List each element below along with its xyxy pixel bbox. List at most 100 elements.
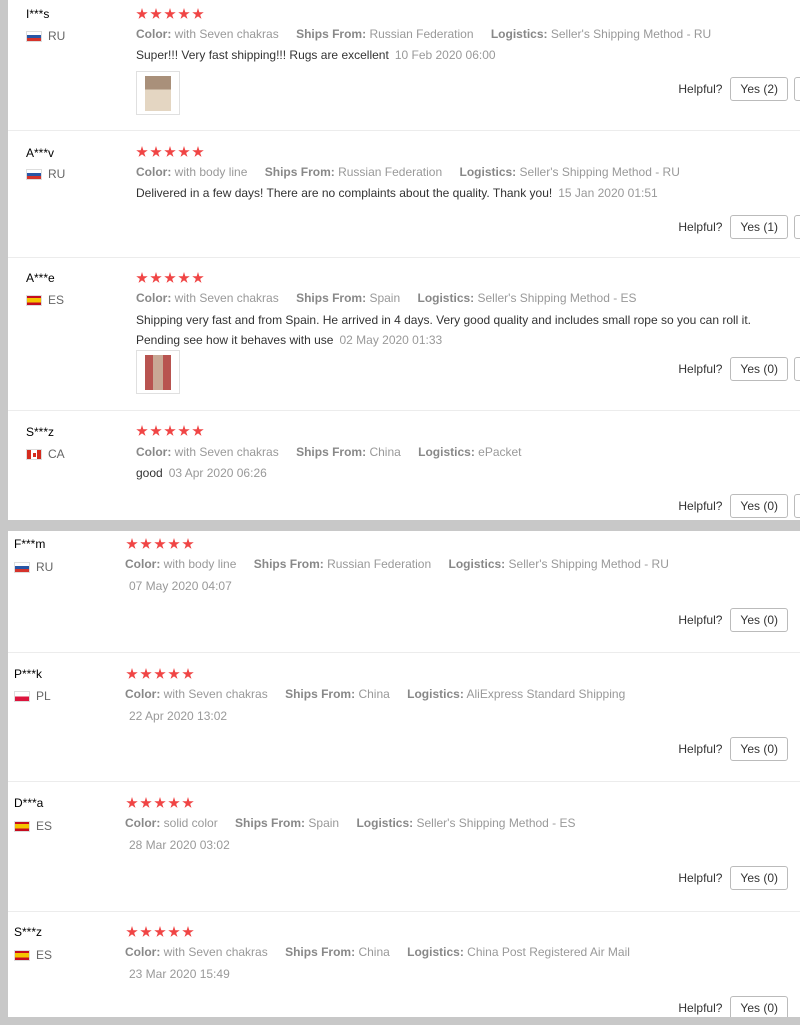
review-item: A***v RU Color: with body line Ships Fro… xyxy=(8,131,800,258)
reviewer-country: CA xyxy=(26,447,65,461)
review-date: 22 Apr 2020 13:02 xyxy=(129,709,228,723)
order-attributes: Color: with Seven chakras Ships From: Ru… xyxy=(136,27,725,41)
ships-from-label: Ships From: xyxy=(253,557,324,571)
helpful-yes-button[interactable]: Yes (1) xyxy=(730,215,788,239)
helpful-yes-button[interactable]: Yes (0) xyxy=(730,866,788,890)
ships-from-value: China xyxy=(369,445,401,459)
logistics-value: Seller's Shipping Method - RU xyxy=(550,27,712,41)
review-photo-thumbnail[interactable] xyxy=(136,71,180,115)
helpful-no-button[interactable] xyxy=(794,494,800,518)
reviewer-name: P***k xyxy=(14,667,43,681)
star-icon xyxy=(168,538,180,549)
color-value: with Seven chakras xyxy=(163,945,268,959)
reviewer-name: S***z xyxy=(26,425,55,439)
logistics-label: Logistics: xyxy=(356,816,414,830)
star-icon xyxy=(182,668,194,679)
review-date: 03 Apr 2020 06:26 xyxy=(168,466,267,480)
star-rating xyxy=(136,425,204,437)
helpful-no-button[interactable] xyxy=(794,77,800,101)
helpful-no-button[interactable] xyxy=(794,357,800,381)
country-code: ES xyxy=(48,293,65,307)
star-icon xyxy=(126,926,138,937)
star-icon xyxy=(140,538,152,549)
color-label: Color: xyxy=(125,687,161,701)
helpful-label: Helpful? xyxy=(678,1001,723,1015)
reviewer-country: ES xyxy=(14,819,52,833)
country-code: RU xyxy=(36,560,54,574)
color-value: with body line xyxy=(174,165,248,179)
country-code: RU xyxy=(48,29,66,43)
star-icon xyxy=(182,926,194,937)
logistics-value: Seller's Shipping Method - RU xyxy=(519,165,680,179)
order-attributes: Color: with Seven chakras Ships From: Ch… xyxy=(125,687,639,701)
color-label: Color: xyxy=(125,945,161,959)
ships-from-label: Ships From: xyxy=(296,27,367,41)
color-value: with Seven chakras xyxy=(174,27,279,41)
review-date: 02 May 2020 01:33 xyxy=(339,333,443,347)
ships-from-value: Russian Federation xyxy=(327,557,432,571)
star-rating xyxy=(136,8,204,20)
ships-from-value: Spain xyxy=(369,291,401,305)
helpful-yes-button[interactable]: Yes (0) xyxy=(730,737,788,761)
star-icon xyxy=(140,797,152,808)
country-code: PL xyxy=(36,689,51,703)
order-attributes: Color: with Seven chakras Ships From: Ch… xyxy=(136,445,536,459)
helpful-label: Helpful? xyxy=(678,499,723,513)
helpful-yes-button[interactable]: Yes (0) xyxy=(730,608,788,632)
logistics-label: Logistics: xyxy=(459,165,517,179)
reviewer-country: RU xyxy=(14,560,53,574)
star-icon xyxy=(150,146,162,157)
order-attributes: Color: with body line Ships From: Russia… xyxy=(136,165,694,179)
country-code: ES xyxy=(36,819,53,833)
star-icon xyxy=(126,668,138,679)
star-icon xyxy=(168,926,180,937)
country-code: CA xyxy=(48,447,65,461)
ships-from-label: Ships From: xyxy=(285,945,356,959)
star-rating xyxy=(126,538,194,550)
review-item: A***e ES Color: with Seven chakras Ships… xyxy=(8,258,800,411)
helpful-yes-button[interactable]: Yes (0) xyxy=(730,494,788,518)
country-code: RU xyxy=(48,167,66,181)
review-photo-thumbnail[interactable] xyxy=(136,350,180,394)
logistics-value: China Post Registered Air Mail xyxy=(467,945,630,959)
star-icon xyxy=(178,146,190,157)
star-icon xyxy=(164,8,176,19)
star-icon xyxy=(164,146,176,157)
review-date: 07 May 2020 04:07 xyxy=(129,579,232,593)
color-value: solid color xyxy=(163,816,218,830)
reviewer-name: S***z xyxy=(14,925,43,939)
color-label: Color: xyxy=(136,27,172,41)
helpful-vote: Helpful? Yes (1) xyxy=(678,215,788,239)
logistics-value: AliExpress Standard Shipping xyxy=(466,687,626,701)
helpful-vote: Helpful? Yes (0) xyxy=(678,494,788,518)
star-rating xyxy=(136,146,204,158)
poland-flag-icon xyxy=(14,690,30,702)
helpful-vote: Helpful? Yes (0) xyxy=(678,866,788,890)
star-icon xyxy=(164,272,176,283)
review-date: 15 Jan 2020 01:51 xyxy=(558,186,658,200)
ships-from-label: Ships From: xyxy=(235,816,306,830)
spain-flag-icon xyxy=(14,820,30,832)
logistics-label: Logistics: xyxy=(407,945,464,959)
russia-flag-icon xyxy=(14,561,30,573)
helpful-no-button[interactable] xyxy=(794,215,800,239)
reviewer-country: ES xyxy=(26,293,64,307)
helpful-yes-button[interactable]: Yes (0) xyxy=(730,996,788,1017)
logistics-label: Logistics: xyxy=(417,291,475,305)
helpful-label: Helpful? xyxy=(678,362,723,376)
review-body: good xyxy=(136,466,163,480)
ships-from-value: China xyxy=(358,687,390,701)
logistics-value: Seller's Shipping Method - RU xyxy=(508,557,669,571)
helpful-yes-button[interactable]: Yes (0) xyxy=(730,357,788,381)
ships-from-value: China xyxy=(358,945,390,959)
star-icon xyxy=(150,272,162,283)
helpful-yes-button[interactable]: Yes (2) xyxy=(730,77,788,101)
canada-flag-icon xyxy=(26,448,42,460)
star-icon xyxy=(192,272,204,283)
russia-flag-icon xyxy=(26,168,42,180)
review-text: Shipping very fast and from Spain. He ar… xyxy=(136,310,786,350)
color-value: with Seven chakras xyxy=(174,445,279,459)
color-label: Color: xyxy=(136,291,172,305)
rug-photo xyxy=(145,76,171,111)
star-icon xyxy=(168,797,180,808)
